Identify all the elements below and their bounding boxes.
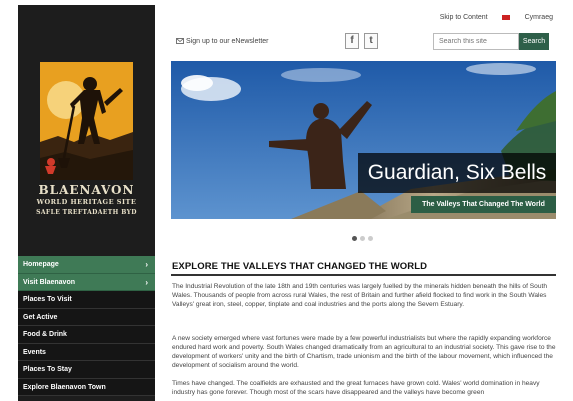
carousel-dot[interactable] — [360, 236, 365, 241]
article-paragraph: A new society emerged where vast fortune… — [172, 335, 556, 369]
twitter-icon[interactable]: t — [364, 33, 378, 49]
envelope-icon — [176, 38, 184, 45]
nav-item-label: Explore Blaenavon Town — [23, 383, 106, 391]
sidebar-nav: Homepage › Visit Blaenavon › Places To V… — [18, 256, 155, 396]
nav-item-label: Get Active — [23, 313, 58, 321]
skip-to-content-link[interactable]: Skip to Content — [440, 14, 488, 21]
nav-item-events[interactable]: Events — [18, 343, 155, 361]
nav-item-explore-town[interactable]: Explore Blaenavon Town — [18, 378, 155, 396]
search-input[interactable] — [433, 33, 519, 50]
hero-subtitle: The Valleys That Changed The World — [411, 196, 556, 213]
language-label: Cymraeg — [524, 14, 553, 21]
carousel-dot[interactable] — [368, 236, 373, 241]
newsletter-signup-link[interactable]: Sign up to our eNewsletter — [176, 38, 269, 45]
nav-item-label: Homepage — [23, 261, 59, 268]
miner-statue-icon — [40, 62, 133, 180]
nav-item-get-active[interactable]: Get Active — [18, 308, 155, 326]
top-links: Skip to Content Cymraeg — [428, 14, 553, 21]
nav-item-label: Places To Stay — [23, 366, 72, 373]
carousel-dots — [352, 228, 376, 246]
newsletter-label: Sign up to our eNewsletter — [186, 38, 269, 45]
facebook-icon[interactable]: f — [345, 33, 359, 49]
nav-item-homepage[interactable]: Homepage › — [18, 256, 155, 274]
article-paragraph: Times have changed. The coalfields are e… — [172, 380, 540, 396]
logo-welsh-subtitle: SAFLE TREFTADAETH BYD — [36, 209, 137, 216]
nav-item-label: Visit Blaenavon — [23, 278, 76, 286]
nav-item-places-to-stay[interactable]: Places To Stay — [18, 361, 155, 379]
search-button[interactable]: Search — [519, 33, 549, 50]
chevron-right-icon: › — [145, 277, 148, 287]
hero-title: Guardian, Six Bells — [358, 153, 556, 193]
logo-title: BLAENAVON — [38, 183, 135, 197]
sidebar: BLAENAVON WORLD HERITAGE SITE SAFLE TREF… — [18, 5, 155, 401]
article-heading: EXPLORE THE VALLEYS THAT CHANGED THE WOR… — [172, 261, 428, 272]
logo-subtitle: WORLD HERITAGE SITE — [36, 198, 137, 206]
nav-item-label: Events — [23, 348, 46, 356]
nav-item-places-to-visit[interactable]: Places To Visit — [18, 291, 155, 309]
heading-divider — [171, 274, 556, 276]
nav-item-visit-blaenavon[interactable]: Visit Blaenavon › — [18, 273, 155, 291]
chevron-right-icon: › — [145, 260, 148, 269]
welsh-flag-icon — [501, 14, 510, 20]
nav-item-label: Places To Visit — [23, 296, 72, 303]
carousel-dot[interactable] — [352, 236, 357, 241]
language-link[interactable]: Cymraeg — [501, 14, 553, 21]
blaenavon-logo[interactable] — [40, 62, 133, 180]
hero-slide[interactable]: Guardian, Six Bells The Valleys That Cha… — [171, 61, 556, 219]
nav-item-label: Food & Drink — [23, 331, 67, 338]
nav-item-food-drink[interactable]: Food & Drink — [18, 326, 155, 344]
article-paragraph: The Industrial Revolution of the late 18… — [172, 283, 547, 308]
